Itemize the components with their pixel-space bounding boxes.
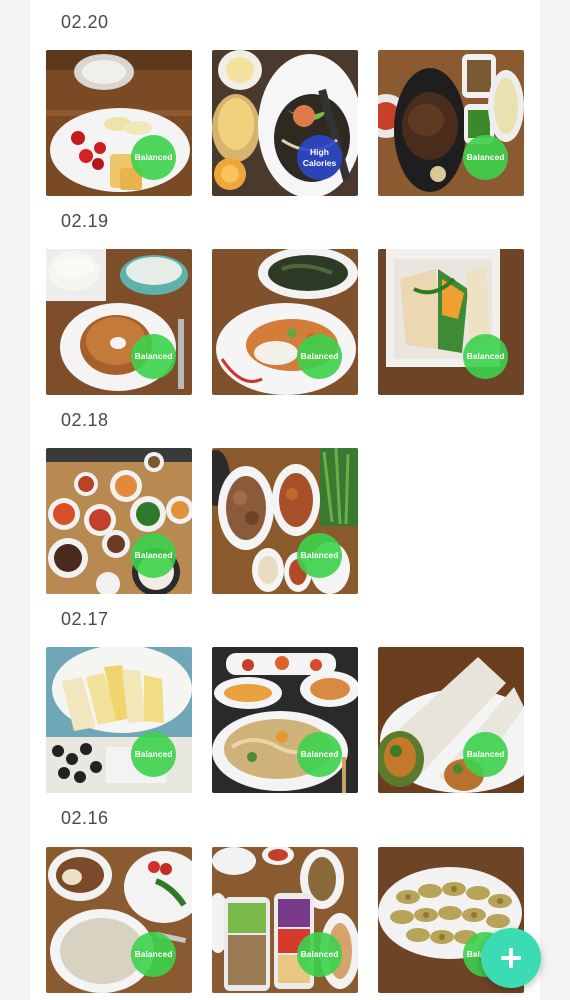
bagel-photo — [46, 249, 192, 395]
date-label: 02.20 — [61, 12, 109, 32]
meal-photo[interactable]: Balanced — [46, 249, 192, 395]
nutrition-badge: Balanced — [463, 135, 508, 180]
grilled-meat-photo — [212, 448, 358, 594]
date-label: 02.17 — [61, 609, 109, 629]
add-meal-button[interactable] — [481, 928, 541, 988]
porridge-photo — [46, 847, 192, 993]
meal-photo[interactable]: Balanced — [46, 50, 192, 196]
meal-photo[interactable]: Balanced — [46, 847, 192, 993]
nutrition-badge: Balanced — [131, 135, 176, 180]
salad-trays-photo — [212, 847, 358, 993]
noodle-platter-photo — [212, 647, 358, 793]
nutrition-badge: Balanced — [131, 732, 176, 777]
meal-diary-panel: 02.20 Balanced High Calories Balanced 02… — [30, 0, 540, 1000]
meal-photo[interactable]: Balanced — [378, 249, 524, 395]
wrap-box-photo — [378, 249, 524, 395]
nutrition-badge: Balanced — [463, 732, 508, 777]
melon-plate-photo — [46, 647, 192, 793]
meal-photo[interactable]: Balanced — [46, 448, 192, 594]
meal-photo[interactable]: Balanced — [212, 847, 358, 993]
noodle-bowl-photo — [212, 50, 358, 196]
nutrition-badge: High Calories — [297, 135, 342, 180]
meal-photo[interactable]: Balanced — [212, 249, 358, 395]
nutrition-badge: Balanced — [297, 732, 342, 777]
nutrition-badge: Balanced — [297, 334, 342, 379]
nutrition-badge: Balanced — [131, 932, 176, 977]
side-dishes-photo — [46, 448, 192, 594]
meal-photo[interactable]: High Calories — [212, 50, 358, 196]
meal-photo[interactable]: Balanced — [212, 647, 358, 793]
nutrition-badge: Balanced — [463, 334, 508, 379]
date-label: 02.18 — [61, 410, 109, 430]
meal-photo[interactable]: Balanced — [212, 448, 358, 594]
nutrition-badge: Balanced — [297, 932, 342, 977]
nutrition-badge: Balanced — [131, 533, 176, 578]
bulgogi-photo — [378, 50, 524, 196]
nutrition-badge: Balanced — [131, 334, 176, 379]
date-label: 02.19 — [61, 211, 109, 231]
plus-icon — [501, 948, 521, 968]
meal-photo[interactable]: Balanced — [46, 647, 192, 793]
meal-photo[interactable]: Balanced — [378, 50, 524, 196]
nutrition-badge: Balanced — [297, 533, 342, 578]
fruit-plate-photo — [46, 50, 192, 196]
burrito-photo — [378, 647, 524, 793]
seaweed-soup-photo — [212, 249, 358, 395]
date-label: 02.16 — [61, 808, 109, 828]
meal-photo[interactable]: Balanced — [378, 647, 524, 793]
